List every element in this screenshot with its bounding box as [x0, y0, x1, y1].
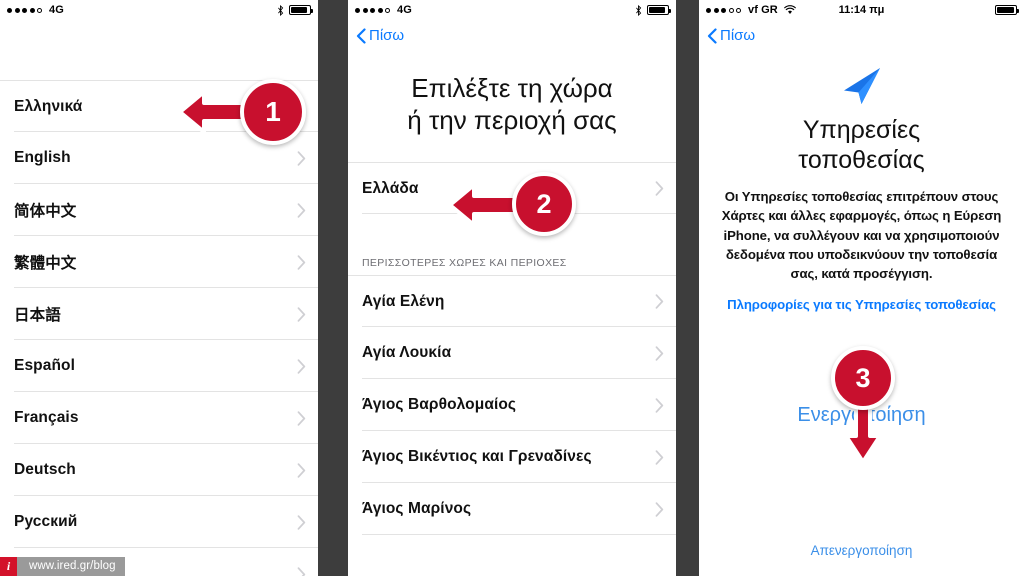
bluetooth-icon: [278, 4, 284, 16]
country-label: Ελλάδα: [362, 179, 419, 197]
panel2-title-line1: Επιλέξτε τη χώρα: [411, 73, 613, 103]
watermark: i www.ired.gr/blog: [0, 557, 125, 576]
chevron-right-icon: [655, 181, 664, 197]
country-label: Άγιος Βικέντιος και Γρεναδίνες: [362, 448, 592, 466]
carrier-label: vf GR: [748, 4, 778, 16]
carrier-label: 4G: [49, 4, 64, 16]
panel-country-selection: 4G Πίσω Επιλέξτε τη χώρα ή την περιοχή σ…: [348, 0, 676, 576]
back-button-label: Πίσω: [369, 27, 405, 44]
chevron-right-icon: [655, 294, 664, 310]
enable-location-services-button[interactable]: Ενεργοποίηση: [715, 404, 1008, 427]
signal-strength-icon: [7, 7, 42, 13]
location-services-info-link[interactable]: Πληροφορίες για τις Υπηρεσίες τοποθεσίας: [715, 297, 1008, 312]
panel2-title: Επιλέξτε τη χώρα ή την περιοχή σας: [348, 51, 676, 162]
panel-location-services: vf GR 11:14 πμ Πίσω Υπηρεσίες τοποθεσίας…: [699, 0, 1024, 576]
country-list: Αγία Ελένη Αγία Λουκία Άγιος Βαρθολομαίος Ά…: [348, 275, 676, 536]
watermark-logo-icon: i: [0, 557, 17, 576]
language-row[interactable]: 日本語: [0, 288, 318, 340]
panel2-title-line2: ή την περιοχή σας: [407, 104, 617, 135]
country-row[interactable]: Άγιος Μαρίνος: [348, 483, 676, 536]
battery-icon: [995, 5, 1019, 15]
status-bar-panel2: 4G: [348, 0, 676, 20]
language-row[interactable]: Español: [0, 340, 318, 392]
language-label: 日本語: [14, 307, 61, 324]
country-label: Αγία Ελένη: [362, 292, 445, 310]
disable-location-services-button[interactable]: Απενεργοποίηση: [699, 543, 1024, 558]
country-label: Άγιος Βαρθολομαίος: [362, 396, 517, 414]
nav-bar-panel2: Πίσω: [348, 20, 676, 51]
chevron-right-icon: [297, 514, 306, 530]
language-label: Ελληνικά: [14, 97, 83, 115]
chevron-right-icon: [297, 306, 306, 322]
location-services-body: Υπηρεσίες τοποθεσίας Οι Υπηρεσίες τοποθε…: [699, 65, 1024, 427]
carrier-label: 4G: [397, 4, 412, 16]
country-row[interactable]: Άγιος Βικέντιος και Γρεναδίνες: [348, 431, 676, 484]
chevron-right-icon: [297, 150, 306, 166]
language-row[interactable]: English: [0, 132, 318, 184]
language-label: 繁體中文: [14, 255, 77, 272]
signal-strength-icon: [355, 7, 390, 13]
location-services-title-line1: Υπηρεσίες: [802, 116, 921, 144]
chevron-right-icon: [297, 202, 306, 218]
language-label: 简体中文: [14, 203, 77, 220]
language-row[interactable]: Русский: [0, 496, 318, 548]
battery-icon: [647, 5, 671, 15]
country-row[interactable]: Αγία Ελένη: [348, 275, 676, 328]
chevron-left-icon: [707, 27, 717, 44]
location-services-title: Υπηρεσίες τοποθεσίας: [715, 115, 1008, 175]
back-button[interactable]: Πίσω: [356, 27, 404, 44]
country-row[interactable]: Αγία Λουκία: [348, 327, 676, 380]
back-button-label: Πίσω: [720, 27, 756, 44]
section-header-more-countries: ΠΕΡΙΣΣΟΤΕΡΕΣ ΧΩΡΕΣ ΚΑΙ ΠΕΡΙΟΧΕΣ: [348, 250, 676, 276]
language-label: English: [14, 149, 71, 166]
chevron-right-icon: [297, 254, 306, 270]
panel-language-selection: 4G Ελληνικά English 简体中文繁體中文日本語 Español Fran…: [0, 0, 318, 576]
country-label: Άγιος Μαρίνος: [362, 500, 472, 518]
location-arrow-icon: [843, 68, 880, 104]
status-bar-panel1: 4G: [0, 0, 318, 20]
location-services-title-line2: τοποθεσίας: [798, 146, 925, 174]
location-services-description: Οι Υπηρεσίες τοποθεσίας επιτρέπουν στους…: [721, 189, 1002, 282]
language-row[interactable]: Français: [0, 392, 318, 444]
language-label: Русский: [14, 513, 78, 530]
country-label: Αγία Λουκία: [362, 344, 452, 362]
chevron-right-icon: [297, 566, 306, 576]
language-label: Français: [14, 409, 79, 426]
bluetooth-icon: [636, 4, 642, 16]
chevron-right-icon: [297, 462, 306, 478]
chevron-right-icon: [655, 398, 664, 413]
chevron-right-icon: [655, 450, 664, 465]
wifi-icon: [783, 5, 796, 15]
language-label: Español: [14, 357, 75, 374]
chevron-left-icon: [356, 27, 366, 44]
chevron-right-icon: [297, 99, 306, 114]
status-bar-panel3: vf GR 11:14 πμ: [699, 0, 1024, 20]
battery-icon: [289, 5, 313, 15]
back-button[interactable]: Πίσω: [707, 27, 755, 44]
chevron-right-icon: [655, 346, 664, 361]
panel1-top-spacer: [0, 20, 318, 80]
nav-bar-panel3: Πίσω: [699, 20, 1024, 51]
language-label: Deutsch: [14, 461, 76, 478]
country-row-primary[interactable]: Ελλάδα: [348, 162, 676, 215]
language-row[interactable]: 繁體中文: [0, 236, 318, 288]
language-row[interactable]: Ελληνικά: [0, 80, 318, 132]
panel2-section-gap: [348, 214, 676, 251]
language-list: Ελληνικά English 简体中文繁體中文日本語 Español Françai…: [0, 80, 318, 576]
chevron-right-icon: [655, 502, 664, 517]
chevron-right-icon: [297, 410, 306, 426]
language-row[interactable]: Deutsch: [0, 444, 318, 496]
language-row[interactable]: 简体中文: [0, 184, 318, 236]
chevron-right-icon: [297, 358, 306, 374]
screenshot-stage: 4G Ελληνικά English 简体中文繁體中文日本語 Español Fran…: [0, 0, 1024, 576]
country-row[interactable]: Άγιος Βαρθολομαίος: [348, 379, 676, 432]
signal-strength-icon: [706, 7, 741, 13]
watermark-url: www.ired.gr/blog: [17, 557, 125, 576]
